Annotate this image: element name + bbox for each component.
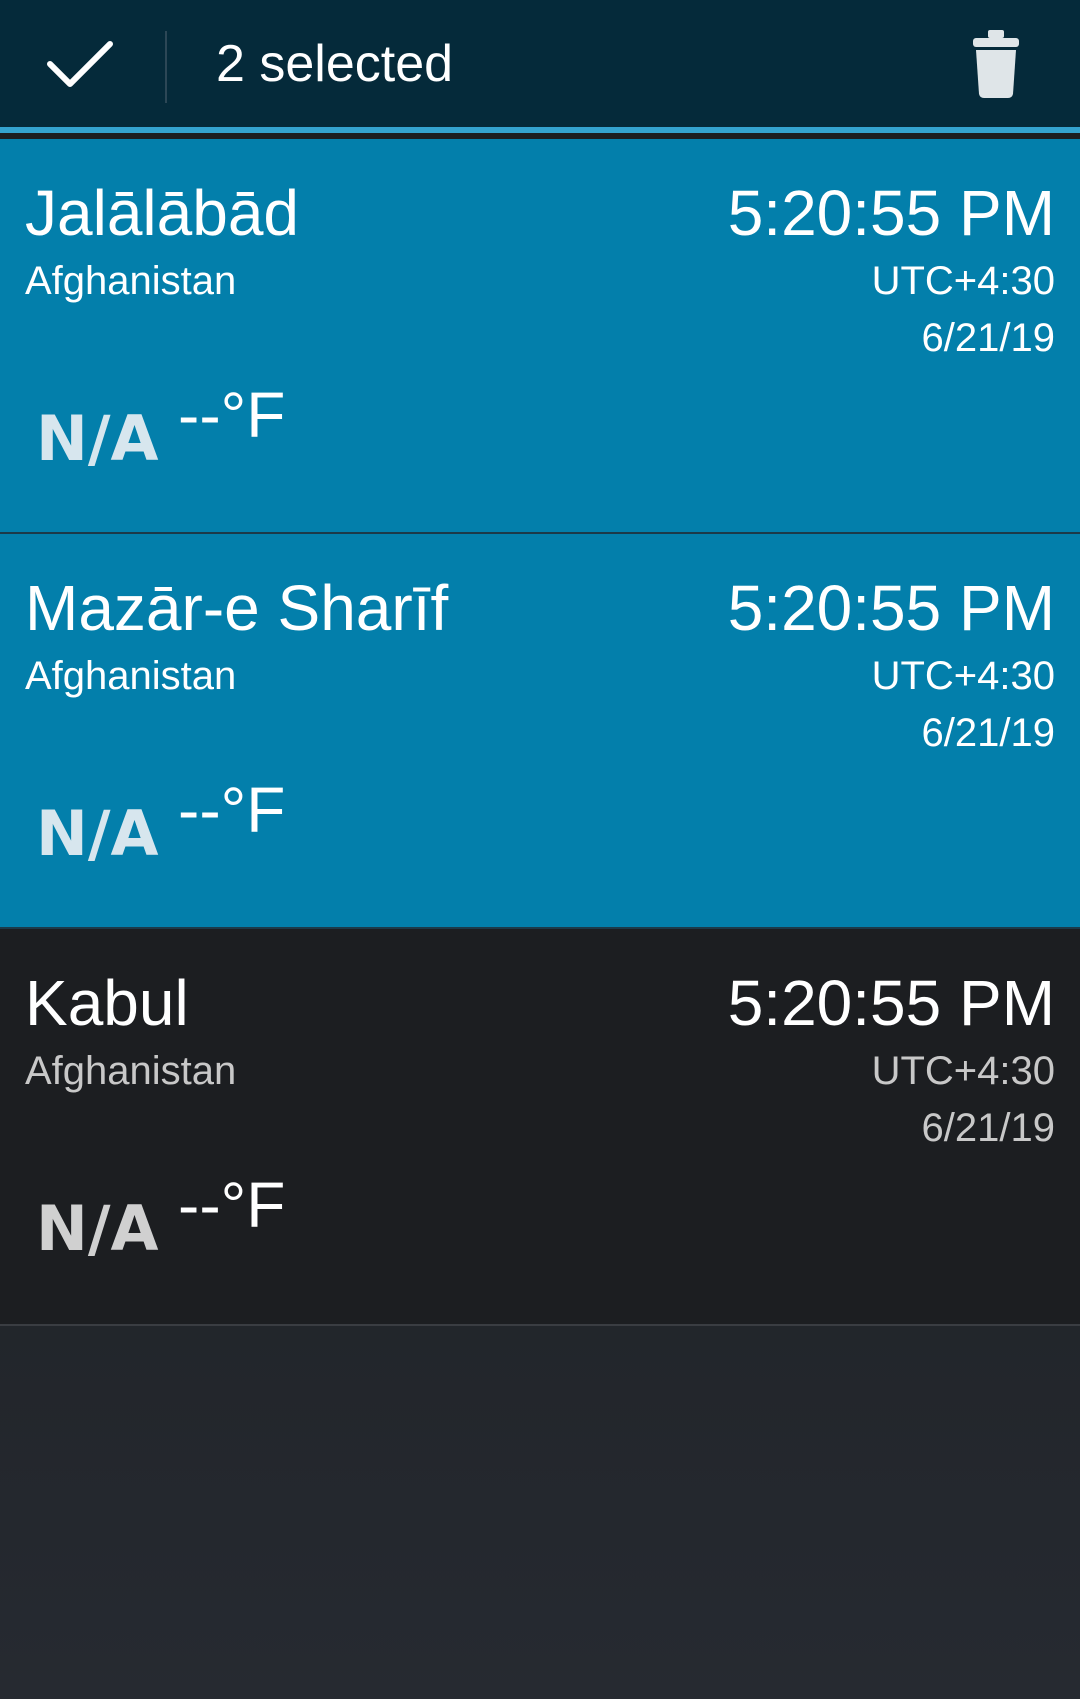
temperature: --°F (178, 774, 286, 846)
clock-list: Jalālābād Afghanistan 5:20:55 PM UTC+4:3… (0, 139, 1080, 1326)
delete-button[interactable] (950, 18, 1042, 110)
temperature: --°F (178, 379, 286, 451)
country-name: Afghanistan (25, 1049, 237, 1093)
local-time: 5:20:55 PM (727, 177, 1055, 249)
utc-offset: UTC+4:30 (871, 259, 1055, 303)
city-name: Kabul (25, 967, 189, 1039)
local-date: 6/21/19 (921, 316, 1055, 360)
weather-unavailable-icon: N/A (36, 402, 159, 475)
utc-offset: UTC+4:30 (871, 654, 1055, 698)
checkmark-icon (47, 40, 113, 87)
selection-count-title: 2 selected (216, 35, 454, 93)
trash-icon (973, 30, 1019, 98)
country-name: Afghanistan (25, 259, 237, 303)
world-clock-screen: 2 selected Jalālābād Afghanistan 5:20:55… (0, 0, 1080, 1699)
local-date: 6/21/19 (921, 711, 1055, 755)
clock-row-kabul[interactable]: Kabul Afghanistan 5:20:55 PM UTC+4:30 6/… (0, 929, 1080, 1326)
temperature: --°F (178, 1169, 286, 1241)
weather-unavailable-icon: N/A (36, 1192, 159, 1265)
city-name: Jalālābād (25, 177, 299, 249)
local-time: 5:20:55 PM (727, 572, 1055, 644)
local-date: 6/21/19 (921, 1106, 1055, 1150)
action-bar-accent-line (0, 127, 1080, 133)
action-bar-divider (165, 31, 167, 103)
country-name: Afghanistan (25, 654, 237, 698)
clock-row-mazar-e-sharif[interactable]: Mazār-e Sharīf Afghanistan 5:20:55 PM UT… (0, 534, 1080, 929)
weather-unavailable-icon: N/A (36, 797, 159, 870)
utc-offset: UTC+4:30 (871, 1049, 1055, 1093)
contextual-action-bar: 2 selected (0, 0, 1080, 133)
city-name: Mazār-e Sharīf (25, 572, 449, 644)
done-button[interactable] (0, 0, 160, 127)
clock-row-jalalabad[interactable]: Jalālābād Afghanistan 5:20:55 PM UTC+4:3… (0, 139, 1080, 534)
local-time: 5:20:55 PM (727, 967, 1055, 1039)
